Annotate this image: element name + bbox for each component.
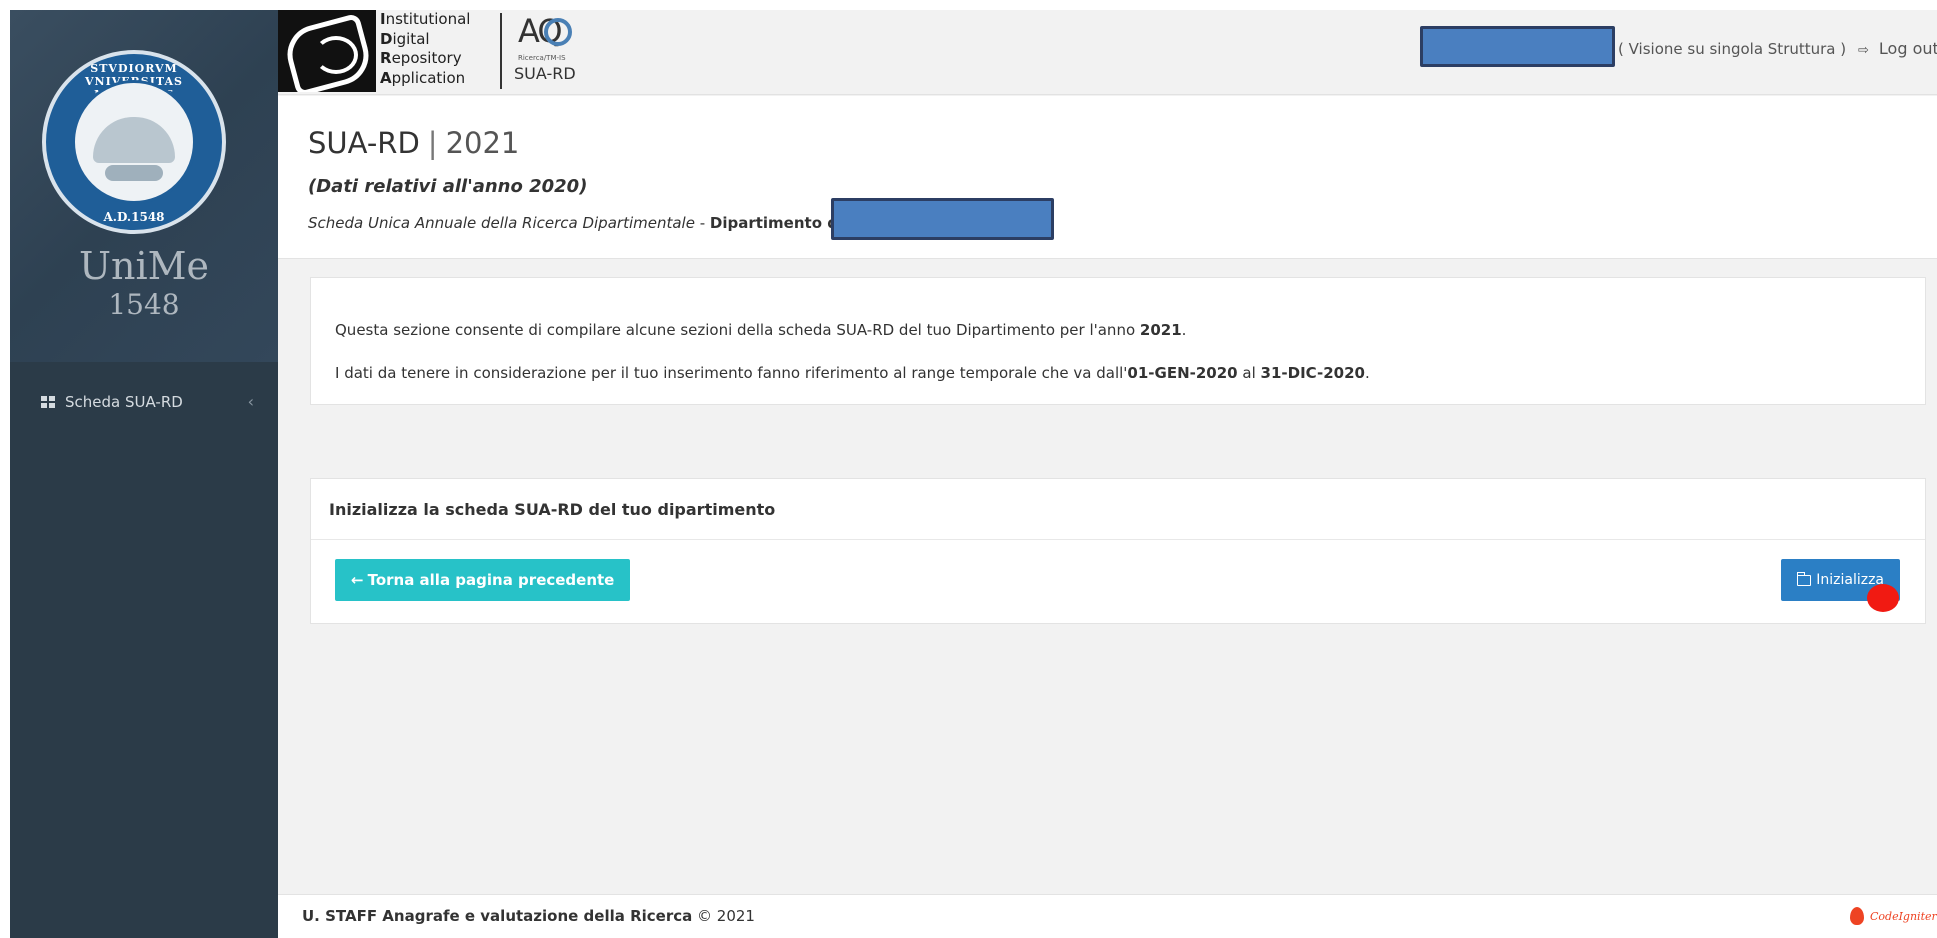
grid-icon (41, 396, 55, 408)
sidebar-item-scheda-sua-rd[interactable]: Scheda SUA-RD ‹ (10, 380, 278, 424)
footer-copyright: © 2021 (692, 907, 755, 925)
sidebar: STVDIORVM VNIVERSITAS MESSANAE A.D.1548 … (10, 10, 278, 938)
seal-center (72, 80, 196, 204)
folder-open-icon (1797, 571, 1812, 586)
initialize-panel-heading: Inizializza la scheda SUA-RD del tuo dip… (311, 479, 1925, 540)
idra-logo-text: Institutional Digital Repository Applica… (380, 10, 470, 88)
logo-divider (500, 13, 502, 89)
topbar: Institutional Digital Repository Applica… (278, 10, 1937, 95)
aq-label: SUA-RD (514, 64, 576, 83)
page-description: Scheda Unica Annuale della Ricerca Dipar… (308, 214, 843, 232)
footer: U. STAFF Anagrafe e valutazione della Ri… (278, 894, 1937, 938)
footer-org: U. STAFF Anagrafe e valutazione della Ri… (302, 907, 693, 925)
idra-dragon-logo-icon (278, 10, 376, 92)
app-frame: STVDIORVM VNIVERSITAS MESSANAE A.D.1548 … (10, 10, 1937, 938)
back-button-label: Torna alla pagina precedente (367, 571, 615, 589)
initialize-panel: Inizializza la scheda SUA-RD del tuo dip… (310, 478, 1926, 624)
idra-line: Institutional (380, 10, 471, 28)
aq-logo: AQ Ricerca/TM-IS SUA-RD (512, 12, 584, 90)
arrow-left-icon: ← (351, 571, 364, 589)
aq-small-text: Ricerca/TM-IS (518, 54, 566, 62)
page-description-italic: Scheda Unica Annuale della Ricerca Dipar… (308, 214, 695, 232)
footer-text: U. STAFF Anagrafe e valutazione della Ri… (302, 907, 755, 925)
page-title: SUA-RD | 2021 (308, 126, 519, 160)
sidebar-item-label: Scheda SUA-RD (65, 393, 183, 411)
vision-mode-text: ( Visione su singola Struttura ) (1618, 40, 1847, 58)
framework-name: CodeIgniter (1870, 909, 1937, 923)
logout-label: Log out (1878, 39, 1937, 58)
brand-year: 1548 (108, 288, 180, 321)
info-line-2: I dati da tenere in considerazione per i… (335, 364, 1370, 382)
logout-link[interactable]: ⇨ Log out (1858, 39, 1937, 58)
idra-line: Repository (380, 49, 462, 67)
page-title-main: SUA-RD (308, 126, 420, 160)
redacted-department-name (831, 198, 1054, 240)
info-panel: Questa sezione consente di compilare alc… (310, 277, 1926, 405)
back-button[interactable]: ← Torna alla pagina precedente (335, 559, 631, 601)
idra-line: Application (380, 68, 466, 87)
brand-name: UniMe (78, 244, 210, 288)
magnifier-icon (544, 18, 572, 46)
redacted-user-name (1420, 26, 1615, 67)
click-marker (1867, 584, 1899, 612)
page-title-separator: | (427, 126, 438, 160)
sign-out-icon: ⇨ (1858, 43, 1869, 58)
chevron-left-icon[interactable]: ‹ (248, 392, 254, 411)
idra-line: Digital (380, 29, 430, 48)
page-description-dash: - (694, 214, 710, 232)
codeigniter-logo: CodeIgniter (1850, 907, 1937, 925)
page-title-year: 2021 (445, 126, 520, 160)
university-seal-icon: STVDIORVM VNIVERSITAS MESSANAE A.D.1548 (42, 50, 226, 234)
page-header: SUA-RD | 2021 (Dati relativi all'anno 2020… (278, 96, 1937, 259)
page-subtitle: (Dati relativi all'anno 2020) (308, 176, 588, 197)
department-label: Dipartimento di (709, 214, 844, 232)
flame-icon (1850, 907, 1864, 925)
info-line-1: Questa sezione consente di compilare alc… (335, 321, 1187, 339)
seal-bottom-text: A.D.1548 (103, 210, 165, 224)
sidebar-brand: STVDIORVM VNIVERSITAS MESSANAE A.D.1548 … (10, 10, 278, 362)
